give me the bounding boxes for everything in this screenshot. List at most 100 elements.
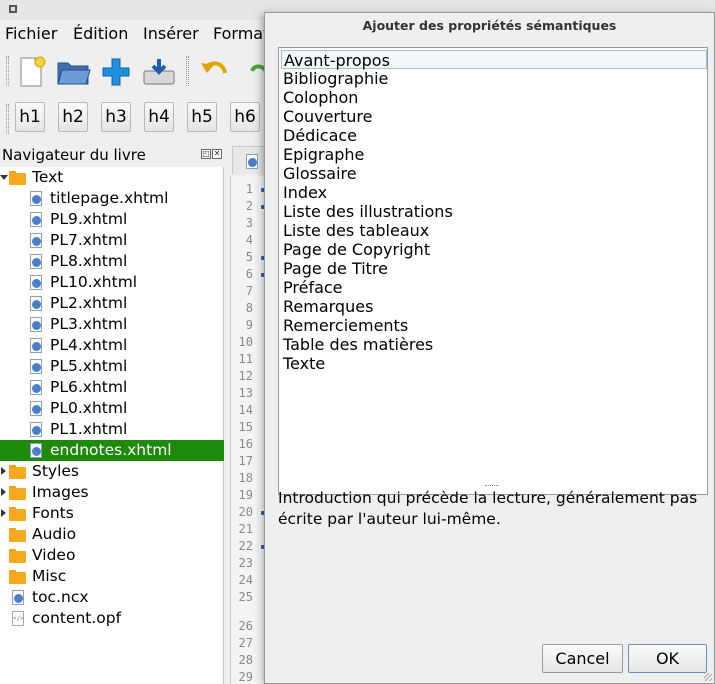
folder-icon [9,549,26,563]
open-folder-icon [57,62,91,85]
heading-1-button[interactable]: h1 [15,102,45,132]
semantic-list-item[interactable]: Bibliographie [281,69,707,88]
tree-file[interactable]: PL6.xhtml [0,377,224,398]
menu-inserer[interactable]: Insérer [143,24,199,43]
folder-icon [9,465,26,479]
tree-folder[interactable]: Styles [0,461,224,482]
new-file-button[interactable] [12,54,50,90]
semantic-list-item[interactable]: Remerciements [281,316,707,335]
semantic-list-item[interactable]: Liste des illustrations [281,202,707,221]
semantic-list-item[interactable]: Table des matières [281,335,707,354]
menu-edition[interactable]: Édition [73,24,128,43]
expand-arrow-down-icon[interactable] [0,175,8,180]
tree-folder[interactable]: Fonts [0,503,224,524]
tree-file[interactable]: endnotes.xhtml [0,440,224,461]
line-number: 1 [245,182,253,196]
folder-icon [9,507,26,521]
semantic-list-item[interactable]: Remarques [281,297,707,316]
tree-file[interactable]: PL1.xhtml [0,419,224,440]
semantic-list-item[interactable]: Texte [281,354,707,373]
semantic-list-item[interactable]: Dédicace [281,126,707,145]
xhtml-file-icon [30,422,42,437]
toolbar-handle-2[interactable] [6,104,9,134]
line-number: 13 [238,386,253,400]
undo-button[interactable] [196,54,234,90]
tree-item-label: PL9.xhtml [50,210,128,228]
line-number: 5 [245,250,253,264]
tree-file[interactable]: PL4.xhtml [0,335,224,356]
tree-file[interactable]: PL8.xhtml [0,251,224,272]
line-number: 21 [238,522,253,536]
tree-file[interactable]: PL7.xhtml [0,230,224,251]
tree-folder[interactable]: Misc [0,566,224,587]
tree-file[interactable]: </> content.opf [0,608,224,629]
float-panel-icon[interactable]: ◰ [201,149,211,159]
tree-file[interactable]: PL10.xhtml [0,272,224,293]
window-menu-icon[interactable] [9,5,17,13]
tree-file[interactable]: PL3.xhtml [0,314,224,335]
expand-arrow-right-icon[interactable] [1,509,6,517]
tree-folder[interactable]: Video [0,545,224,566]
tree-item-label: PL0.xhtml [50,399,128,417]
semantic-list-item[interactable]: Liste des tableaux [281,221,707,240]
tree-folder[interactable]: Text [0,167,224,188]
semantic-list-item[interactable]: Page de Copyright [281,240,707,259]
menu-format[interactable]: Format [213,24,269,43]
ok-button[interactable]: OK [628,644,707,673]
open-file-button[interactable] [55,54,93,90]
semantic-list-item[interactable]: Colophon [281,88,707,107]
close-panel-icon[interactable]: ✕ [212,149,222,159]
heading-2-button[interactable]: h2 [58,102,88,132]
semantic-list-item[interactable]: Préface [281,278,707,297]
xhtml-file-icon [30,401,42,416]
tree-file[interactable]: PL0.xhtml [0,398,224,419]
tree-file[interactable]: toc.ncx [0,587,224,608]
semantic-list-item[interactable]: Glossaire [281,164,707,183]
line-number: 2 [245,199,253,213]
expand-arrow-right-icon[interactable] [1,467,6,475]
heading-4-button[interactable]: h4 [144,102,174,132]
tree-item-label: Fonts [32,504,74,522]
tree-file[interactable]: PL9.xhtml [0,209,224,230]
heading-5-button[interactable]: h5 [187,102,217,132]
tree-item-label: PL2.xhtml [50,294,128,312]
tree-item-label: Text [32,168,64,186]
heading-3-button[interactable]: h3 [101,102,131,132]
add-file-button[interactable] [97,54,135,90]
book-browser-tree[interactable]: Text titlepage.xhtml PL9.xhtml PL7.xhtml PL8… [0,167,224,684]
tree-file[interactable]: PL2.xhtml [0,293,224,314]
tree-item-label: PL7.xhtml [50,231,128,249]
line-number: 8 [245,301,253,315]
line-number: 3 [245,216,253,230]
main-toolbar [0,48,270,96]
tree-item-label: content.opf [32,609,122,627]
tree-folder[interactable]: Audio [0,524,224,545]
menu-fichier[interactable]: Fichier [5,24,57,43]
tree-file[interactable]: titlepage.xhtml [0,188,224,209]
tree-item-label: PL10.xhtml [50,273,138,291]
save-button[interactable] [140,54,178,90]
tree-folder[interactable]: Images [0,482,224,503]
xhtml-file-icon [30,359,42,374]
expand-arrow-right-icon[interactable] [1,488,6,496]
semantic-list-item[interactable]: Page de Titre [281,259,707,278]
xhtml-file-icon [30,296,42,311]
toolbar-handle[interactable] [6,56,9,86]
resize-grip[interactable] [704,673,712,681]
line-number: 19 [238,488,253,502]
line-number: 9 [245,318,253,332]
semantics-list[interactable]: Avant-propos Bibliographie Colophon Couvert… [278,47,708,495]
opf-file-icon: </> [12,611,24,626]
xhtml-file-icon [30,212,42,227]
heading-6-button[interactable]: h6 [230,102,260,132]
semantic-list-item[interactable]: Index [281,183,707,202]
semantic-list-item[interactable]: Epigraphe [281,145,707,164]
semantic-list-item[interactable]: Avant-propos [281,50,707,70]
add-semantics-dialog: Ajouter des propriétés sémantiques Avant… [264,12,715,684]
tree-item-label: Styles [32,462,80,480]
tree-file[interactable]: PL5.xhtml [0,356,224,377]
cancel-button[interactable]: Cancel [542,644,623,673]
folder-icon [9,171,26,185]
book-browser-title: Navigateur du livre [2,146,146,164]
semantic-list-item[interactable]: Couverture [281,107,707,126]
